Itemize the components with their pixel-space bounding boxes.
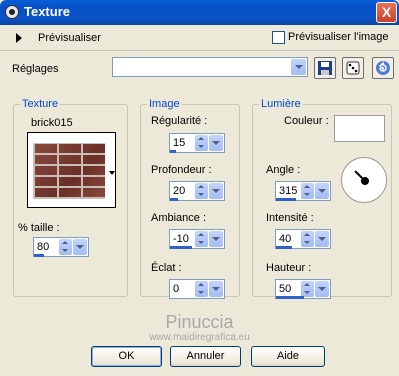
depth-label: Profondeur :: [151, 164, 212, 176]
depth-spinner[interactable]: 20: [169, 181, 225, 201]
save-preset-button[interactable]: [314, 57, 336, 79]
updown-icon[interactable]: [195, 281, 208, 297]
cancel-button[interactable]: Annuler: [170, 346, 241, 367]
texture-name: brick015: [31, 117, 73, 129]
texture-group-title: Texture: [20, 98, 61, 110]
light-group-title: Lumière: [259, 98, 303, 110]
reset-icon: [376, 61, 390, 75]
updown-icon[interactable]: [301, 281, 314, 297]
angle-value[interactable]: 315: [279, 185, 297, 197]
chevron-down-icon[interactable]: [209, 231, 223, 247]
chevron-down-icon[interactable]: [209, 183, 223, 199]
chevron-down-icon[interactable]: [315, 281, 329, 297]
shine-spinner[interactable]: 0: [169, 279, 225, 299]
watermark-url: www.maidiregrafica.eu: [149, 332, 250, 343]
ambience-label: Ambiance :: [151, 212, 207, 224]
regularity-slider-bar[interactable]: [170, 150, 176, 153]
updown-icon[interactable]: [301, 183, 314, 199]
randomize-button[interactable]: [342, 57, 364, 79]
preview-label[interactable]: Prévisualiser: [38, 32, 101, 44]
save-icon: [318, 61, 332, 75]
preview-image-checkbox[interactable]: [272, 31, 285, 44]
shine-value[interactable]: 0: [173, 283, 179, 295]
chevron-down-icon[interactable]: [291, 59, 306, 75]
regularity-label: Régularité :: [151, 115, 208, 127]
color-label: Couleur :: [284, 115, 329, 127]
intensity-label: Intensité :: [266, 212, 314, 224]
expand-triangle-icon[interactable]: [16, 33, 22, 43]
updown-icon[interactable]: [59, 239, 72, 255]
intensity-value[interactable]: 40: [279, 233, 291, 245]
angle-slider-bar[interactable]: [276, 198, 296, 201]
chevron-down-icon[interactable]: [209, 135, 223, 151]
ambience-spinner[interactable]: -10: [169, 229, 225, 249]
chevron-down-icon[interactable]: [73, 239, 87, 255]
watermark-name: Pinuccia: [165, 312, 234, 332]
reset-button[interactable]: [372, 57, 394, 79]
updown-icon[interactable]: [195, 183, 208, 199]
help-button[interactable]: Aide: [251, 346, 325, 367]
settings-label: Réglages: [12, 63, 59, 75]
chevron-down-icon[interactable]: [109, 171, 115, 175]
height-value[interactable]: 50: [279, 283, 291, 295]
height-spinner[interactable]: 50: [275, 279, 331, 299]
size-spinner[interactable]: 80: [33, 237, 89, 257]
app-icon: [5, 5, 19, 19]
size-value[interactable]: 80: [37, 241, 49, 253]
preview-image-label[interactable]: Prévisualiser l'image: [288, 31, 389, 43]
angle-label: Angle :: [266, 164, 301, 176]
light-color-swatch[interactable]: [334, 115, 385, 142]
ambience-value[interactable]: -10: [173, 233, 189, 245]
shine-label: Éclat :: [151, 262, 182, 274]
angle-spinner[interactable]: 315: [275, 181, 331, 201]
regularity-spinner[interactable]: 15: [169, 133, 225, 153]
dice-icon: [346, 61, 360, 75]
intensity-spinner[interactable]: 40: [275, 229, 331, 249]
height-label: Hauteur :: [266, 262, 312, 274]
updown-icon[interactable]: [195, 135, 208, 151]
window-title: Texture: [24, 4, 70, 19]
size-slider-bar[interactable]: [34, 254, 44, 257]
angle-dial[interactable]: [341, 157, 387, 203]
brick-texture-preview: [33, 143, 105, 199]
height-slider-bar[interactable]: [276, 296, 304, 299]
chevron-down-icon[interactable]: [315, 183, 329, 199]
ok-button[interactable]: OK: [91, 346, 162, 367]
ambience-slider-bar[interactable]: [170, 246, 192, 249]
image-group-title: Image: [147, 98, 182, 110]
close-button[interactable]: X: [376, 2, 397, 23]
updown-icon[interactable]: [195, 231, 208, 247]
angle-dial-center: [361, 177, 369, 185]
depth-value[interactable]: 20: [173, 185, 185, 197]
updown-icon[interactable]: [301, 231, 314, 247]
title-bar: Texture X: [0, 0, 399, 25]
size-label: % taille :: [18, 222, 60, 234]
regularity-value[interactable]: 15: [173, 137, 185, 149]
settings-combobox[interactable]: [112, 57, 308, 77]
preview-row: Prévisualiser Prévisualiser l'image: [0, 25, 399, 51]
chevron-down-icon[interactable]: [315, 231, 329, 247]
texture-swatch-picker[interactable]: [27, 132, 116, 208]
intensity-slider-bar[interactable]: [276, 246, 292, 249]
chevron-down-icon[interactable]: [209, 281, 223, 297]
depth-slider-bar[interactable]: [170, 198, 178, 201]
